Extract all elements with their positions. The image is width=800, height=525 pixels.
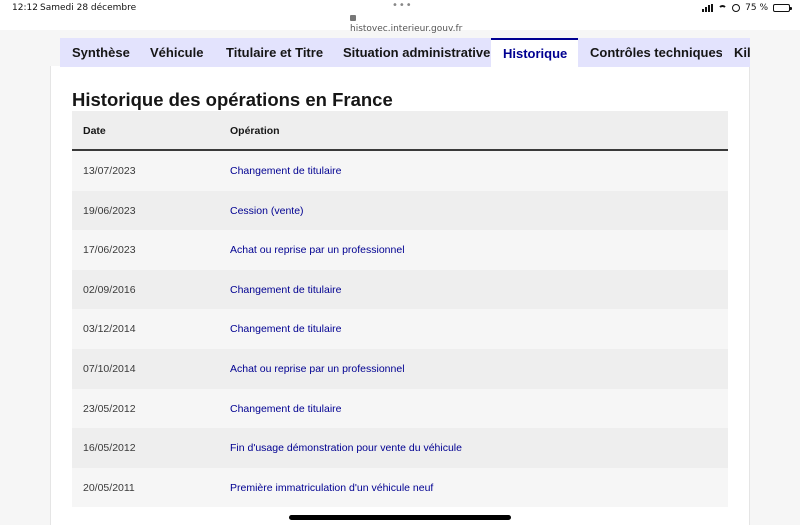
table-row: 20/05/2011 Première immatriculation d'un…: [72, 467, 728, 508]
table-row: 17/06/2023 Achat ou reprise par un profe…: [72, 230, 728, 270]
cellular-signal-icon: [702, 4, 714, 12]
table-row: 02/09/2016 Changement de titulaire: [72, 269, 728, 310]
tab-bar: Synthèse Véhicule Titulaire et Titre Sit…: [60, 38, 750, 67]
address-url: histovec.interieur.gouv.fr: [350, 24, 463, 34]
operations-table: Date Opération 13/07/2023 Changement de …: [72, 111, 728, 508]
table-row: 23/05/2012 Changement de titulaire: [72, 388, 728, 429]
page-title: Historique des opérations en France: [72, 89, 393, 110]
table-row: 13/07/2023 Changement de titulaire: [72, 151, 728, 191]
operation-link[interactable]: Cession (vente): [230, 205, 304, 217]
table-header: Date Opération: [72, 111, 728, 151]
operation-link[interactable]: Achat ou reprise par un professionnel: [230, 244, 405, 256]
tab-kilometrage[interactable]: Kil: [722, 38, 750, 67]
operation-link[interactable]: Changement de titulaire: [230, 284, 342, 296]
tab-historique[interactable]: Historique: [491, 38, 580, 67]
operation-date: 13/07/2023: [83, 165, 136, 177]
table-row: 07/10/2014 Achat ou reprise par un profe…: [72, 348, 728, 389]
operation-date: 03/12/2014: [83, 323, 136, 336]
column-header-operation: Opération: [230, 125, 280, 137]
operation-link[interactable]: Première immatriculation d'un véhicule n…: [230, 482, 433, 494]
table-row: 03/12/2014 Changement de titulaire: [72, 309, 728, 349]
battery-icon: [773, 4, 792, 12]
operation-link[interactable]: Changement de titulaire: [230, 403, 342, 415]
battery-percent: 75 %: [745, 3, 768, 13]
wifi-icon: [718, 4, 728, 12]
table-row: 16/05/2012 Fin d'usage démonstration pou…: [72, 428, 728, 468]
column-header-date: Date: [83, 125, 106, 137]
tab-situation-administrative[interactable]: Situation administrative: [331, 38, 503, 67]
tab-titulaire-et-titre[interactable]: Titulaire et Titre: [214, 38, 336, 67]
operation-link[interactable]: Changement de titulaire: [230, 323, 342, 335]
operation-date: 17/06/2023: [83, 244, 136, 257]
status-date: Samedi 28 décembre: [40, 3, 137, 13]
operation-date: 02/09/2016: [83, 283, 136, 296]
operation-link[interactable]: Fin d'usage démonstration pour vente du …: [230, 442, 462, 454]
status-bar: 12:12 Samedi 28 décembre ••• histovec.in…: [0, 0, 800, 34]
tab-synthese[interactable]: Synthèse: [60, 38, 142, 67]
operation-link[interactable]: Achat ou reprise par un professionnel: [230, 363, 405, 375]
table-row: 19/06/2023 Cession (vente): [72, 190, 728, 231]
operation-date: 16/05/2012: [83, 442, 136, 455]
operation-date: 23/05/2012: [83, 402, 136, 415]
status-indicators: 75 %: [702, 3, 792, 13]
operation-link[interactable]: Changement de titulaire: [230, 165, 342, 177]
tab-vehicule[interactable]: Véhicule: [138, 38, 216, 67]
tab-controles-techniques[interactable]: Contrôles techniques: [578, 38, 735, 67]
lock-icon: [350, 15, 356, 21]
operation-date: 07/10/2014: [83, 362, 136, 375]
home-indicator[interactable]: [289, 515, 511, 520]
operation-date: 20/05/2011: [83, 481, 135, 494]
table-body: 13/07/2023 Changement de titulaire 19/06…: [72, 151, 728, 508]
address-bar[interactable]: histovec.interieur.gouv.fr: [350, 14, 462, 34]
operation-date: 19/06/2023: [83, 204, 136, 217]
orientation-lock-icon: [732, 4, 741, 12]
status-time: 12:12: [12, 3, 38, 13]
multitask-dots-icon[interactable]: •••: [392, 0, 413, 11]
